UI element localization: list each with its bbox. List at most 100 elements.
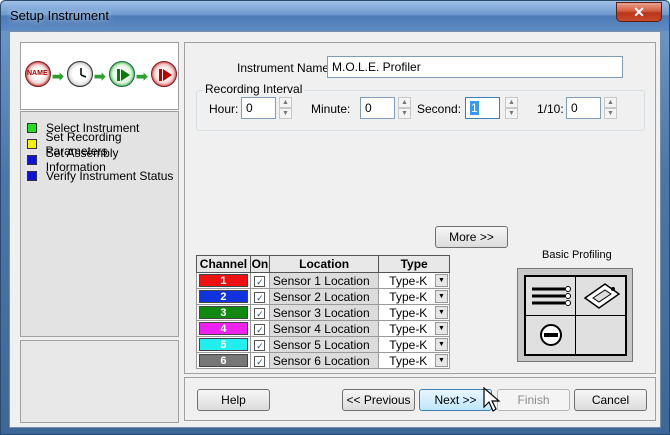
table-row: 6 ✓ Sensor 6 Location Type-K ▼: [196, 352, 450, 369]
arrow-right-icon: ➡: [136, 68, 148, 84]
dropdown-arrow-icon[interactable]: ▼: [435, 290, 448, 303]
left-panel: NAME ➡ ➡ ➡ Select Instrument Set Recordi…: [20, 42, 179, 423]
channel-table-header: Channel On Location Type: [196, 255, 450, 273]
name-tag-icon: NAME: [25, 61, 51, 87]
finish-button[interactable]: Finish: [497, 389, 570, 411]
hour-input[interactable]: 0: [241, 97, 276, 119]
channel-enabled-checkbox[interactable]: ✓: [254, 339, 266, 351]
second-value: 1: [470, 101, 479, 115]
step-status-indicator: [27, 171, 37, 181]
channel-location-field[interactable]: Sensor 1 Location: [268, 272, 380, 289]
dropdown-arrow-icon[interactable]: ▼: [435, 322, 448, 335]
left-info-panel: [20, 340, 179, 423]
tenth-spinner[interactable]: ▲ ▼: [604, 97, 617, 119]
on-column-header: On: [249, 255, 270, 273]
instrument-name-input[interactable]: M.O.L.E. Profiler: [327, 56, 623, 78]
title-bar[interactable]: Setup Instrument ✕: [1, 1, 669, 31]
arrow-right-icon: ➡: [94, 68, 106, 84]
spin-down-icon[interactable]: ▼: [398, 108, 411, 119]
setup-steps-list: Select Instrument Set Recording Paramete…: [20, 111, 179, 337]
spin-down-icon[interactable]: ▼: [505, 108, 518, 119]
location-column-header: Location: [268, 255, 380, 273]
close-icon: ✕: [633, 3, 645, 20]
spin-up-icon[interactable]: ▲: [505, 97, 518, 108]
channel-location-field[interactable]: Sensor 2 Location: [268, 288, 380, 305]
spin-up-icon[interactable]: ▲: [604, 97, 617, 108]
channel-type-value: Type-K: [389, 337, 428, 352]
spin-up-icon[interactable]: ▲: [398, 97, 411, 108]
dialog-button-bar: Help << Previous Next >> Finish Cancel: [184, 377, 656, 421]
hour-label: Hour:: [209, 102, 239, 116]
table-row: 3 ✓ Sensor 3 Location Type-K ▼: [196, 304, 450, 321]
step-status-indicator: [27, 123, 37, 133]
channel-type-select[interactable]: Type-K ▼: [378, 272, 450, 289]
channel-location-field[interactable]: Sensor 6 Location: [268, 352, 380, 369]
dropdown-arrow-icon[interactable]: ▼: [435, 354, 448, 367]
mouse-cursor-icon: [483, 387, 501, 412]
table-row: 1 ✓ Sensor 1 Location Type-K ▼: [196, 272, 450, 289]
channel-number: 3: [199, 306, 248, 319]
table-row: 4 ✓ Sensor 4 Location Type-K ▼: [196, 320, 450, 337]
channel-type-value: Type-K: [389, 353, 428, 368]
channel-enabled-checkbox[interactable]: ✓: [254, 323, 266, 335]
channel-type-select[interactable]: Type-K ▼: [378, 320, 450, 337]
play-red-icon: [151, 61, 177, 87]
dropdown-arrow-icon[interactable]: ▼: [435, 274, 448, 287]
channel-type-select[interactable]: Type-K ▼: [378, 304, 450, 321]
close-button[interactable]: ✕: [616, 2, 662, 22]
step-label: Verify Instrument Status: [46, 169, 174, 183]
profiling-icon-grid: [524, 275, 627, 356]
step-status-indicator: [27, 139, 37, 149]
recording-parameters-panel: Instrument Name: M.O.L.E. Profiler Recor…: [184, 42, 656, 374]
instrument-name-label: Instrument Name:: [237, 61, 333, 75]
profiler-device-icon[interactable]: [575, 276, 626, 316]
spin-down-icon[interactable]: ▼: [604, 108, 617, 119]
help-button[interactable]: Help: [197, 389, 270, 411]
more-button[interactable]: More >>: [435, 226, 508, 248]
table-row: 2 ✓ Sensor 2 Location Type-K ▼: [196, 288, 450, 305]
spin-up-icon[interactable]: ▲: [279, 97, 292, 108]
spin-down-icon[interactable]: ▼: [279, 108, 292, 119]
recording-interval-label: Recording Interval: [203, 82, 305, 96]
step-set-assembly-information: Set Assembly Information: [27, 146, 178, 174]
channel-location-field[interactable]: Sensor 3 Location: [268, 304, 380, 321]
channel-enabled-checkbox[interactable]: ✓: [254, 291, 266, 303]
channel-type-select[interactable]: Type-K ▼: [378, 352, 450, 369]
dropdown-arrow-icon[interactable]: ▼: [435, 338, 448, 351]
second-spinner[interactable]: ▲ ▼: [505, 97, 518, 119]
cancel-button[interactable]: Cancel: [574, 389, 647, 411]
channel-type-value: Type-K: [389, 321, 428, 336]
previous-button[interactable]: << Previous: [342, 389, 415, 411]
channel-type-value: Type-K: [389, 289, 428, 304]
channel-type-select[interactable]: Type-K ▼: [378, 288, 450, 305]
channel-location-field[interactable]: Sensor 5 Location: [268, 336, 380, 353]
minute-spinner[interactable]: ▲ ▼: [398, 97, 411, 119]
arrow-right-icon: ➡: [52, 68, 64, 84]
channel-number: 6: [199, 354, 248, 367]
channel-location-field[interactable]: Sensor 4 Location: [268, 320, 380, 337]
dropdown-arrow-icon[interactable]: ▼: [435, 306, 448, 319]
hour-spinner[interactable]: ▲ ▼: [279, 97, 292, 119]
channel-number: 1: [199, 274, 248, 287]
tenth-input[interactable]: 0: [566, 97, 601, 119]
sensor-puck-icon[interactable]: [525, 315, 576, 355]
empty-profile-slot: [575, 315, 626, 355]
channel-type-select[interactable]: Type-K ▼: [378, 336, 450, 353]
channel-enabled-checkbox[interactable]: ✓: [254, 307, 266, 319]
step-status-indicator: [27, 155, 37, 165]
channel-number: 2: [199, 290, 248, 303]
channel-enabled-checkbox[interactable]: ✓: [254, 275, 266, 287]
channel-enabled-checkbox[interactable]: ✓: [254, 355, 266, 367]
step-verify-instrument-status: Verify Instrument Status: [27, 168, 173, 184]
second-label: Second:: [417, 102, 462, 116]
channel-column-header: Channel: [196, 255, 251, 273]
thermocouple-probes-icon[interactable]: [525, 276, 576, 316]
profiling-mode-panel: [517, 268, 633, 362]
second-input[interactable]: 1: [465, 97, 500, 119]
setup-instrument-window: Setup Instrument ✕ NAME ➡ ➡ ➡ Select Ins…: [0, 0, 670, 435]
minute-input[interactable]: 0: [360, 97, 395, 119]
channel-number: 4: [199, 322, 248, 335]
table-row: 5 ✓ Sensor 5 Location Type-K ▼: [196, 336, 450, 353]
channel-type-value: Type-K: [389, 305, 428, 320]
dialog-client-area: NAME ➡ ➡ ➡ Select Instrument Set Recordi…: [9, 31, 661, 428]
